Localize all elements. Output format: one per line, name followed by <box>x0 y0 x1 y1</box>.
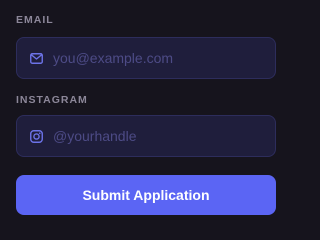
application-form: EMAIL INSTAGRAM Submit Application <box>0 0 287 227</box>
instagram-icon <box>29 129 43 143</box>
mail-icon <box>29 51 43 65</box>
instagram-input[interactable] <box>53 126 253 146</box>
email-input[interactable] <box>53 48 253 68</box>
email-label: EMAIL <box>16 14 54 26</box>
email-field-container[interactable] <box>16 37 276 79</box>
instagram-label: INSTAGRAM <box>16 94 88 106</box>
instagram-field-container[interactable] <box>16 115 276 157</box>
submit-application-button[interactable]: Submit Application <box>16 175 276 215</box>
